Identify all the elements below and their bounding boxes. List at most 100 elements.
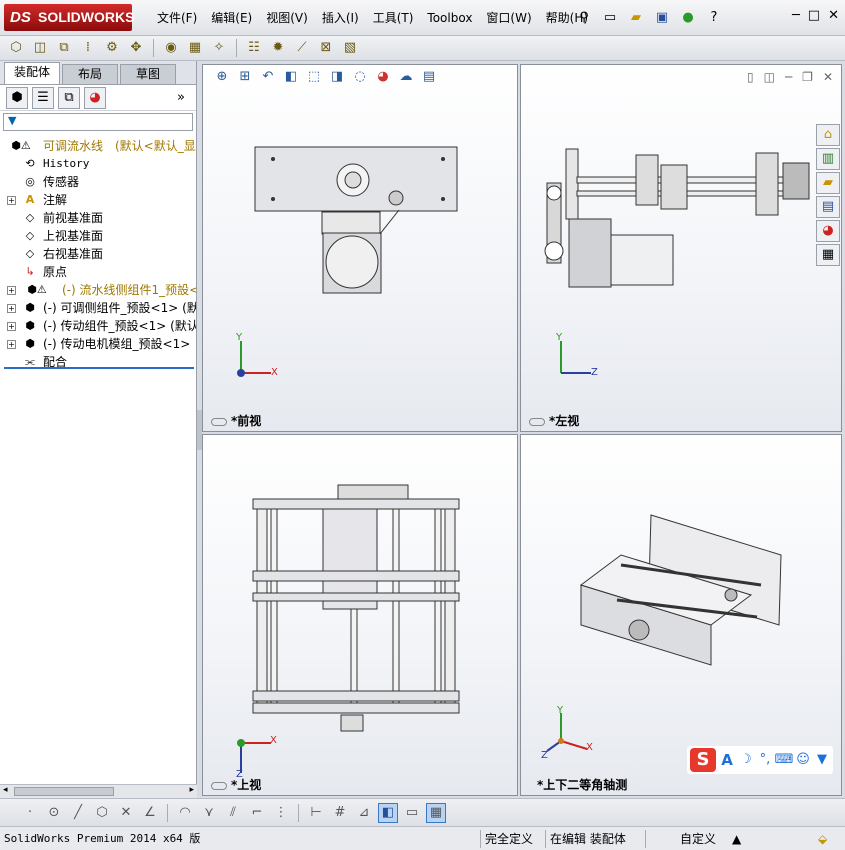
rebuild-tag-icon[interactable]: ⬙ <box>818 830 827 848</box>
file-explorer-icon[interactable]: ▰ <box>816 172 840 194</box>
custom-properties-icon[interactable]: ▦ <box>816 244 840 266</box>
expand-panel-icon[interactable]: » <box>170 87 192 109</box>
trim-icon[interactable]: ✕ <box>116 803 136 823</box>
scroll-left-icon[interactable]: ◂ <box>3 785 8 795</box>
exploded-view-icon[interactable]: ✹ <box>268 38 288 58</box>
solidworks-logo[interactable]: DS SOLIDWORKS <box>4 4 134 31</box>
move-component-icon[interactable]: ✥ <box>126 38 146 58</box>
home-icon[interactable]: ⌂ <box>816 124 840 146</box>
mirror-icon[interactable]: ⋎ <box>199 803 219 823</box>
tree-item-origin[interactable]: ↳ 原点 <box>0 263 196 281</box>
insert-component-icon[interactable]: ⬡ <box>6 38 26 58</box>
pattern-icon[interactable]: ⁞ <box>78 38 98 58</box>
view-link-icon[interactable] <box>211 781 227 790</box>
point-icon[interactable]: · <box>20 803 40 823</box>
rebuild-traffic-light-icon[interactable]: ● <box>678 8 698 28</box>
menu-file[interactable]: 文件(F) <box>150 0 204 36</box>
panel-horizontal-scrollbar[interactable]: ◂ ▸ <box>0 784 197 798</box>
open-folder-icon[interactable]: ▰ <box>626 8 646 28</box>
tree-filter[interactable]: ▼ <box>3 113 193 131</box>
tree-item-motor-module[interactable]: + ⬢ (-) 传动电机模组_预設<1> <box>0 335 196 353</box>
construction-icon[interactable]: ⋮ <box>271 803 291 823</box>
scrollbar-thumb[interactable] <box>14 787 114 796</box>
menu-insert[interactable]: 插入(I) <box>315 0 366 36</box>
assembly-features-icon[interactable]: ▦ <box>185 38 205 58</box>
tab-sketch[interactable]: 草图 <box>120 64 176 84</box>
smart-fasteners-icon[interactable]: ⚙ <box>102 38 122 58</box>
view-link-icon[interactable] <box>529 417 545 426</box>
tshirt-icon[interactable]: ▼ <box>814 750 830 770</box>
close-icon[interactable]: ✕ <box>828 8 839 23</box>
menu-tools[interactable]: 工具(T) <box>366 0 421 36</box>
menu-toolbox[interactable]: Toolbox <box>420 0 479 36</box>
viewport-front[interactable]: ⊕ ⊞ ↶ ◧ ⬚ ◨ ◌ ◕ ☁ ▤ Y X *前视 <box>202 64 518 432</box>
polygon-icon[interactable]: ⬡ <box>92 803 112 823</box>
menu-edit[interactable]: 编辑(E) <box>204 0 259 36</box>
tree-rollback-bar[interactable] <box>4 367 194 369</box>
tab-assembly[interactable]: 装配体 <box>4 62 60 84</box>
tree-item-annotations[interactable]: + A 注解 <box>0 191 196 209</box>
configuration-manager-icon[interactable]: ⧉ <box>58 86 80 109</box>
explode-line-icon[interactable]: ⟋ <box>292 38 312 58</box>
four-viewport-icon[interactable]: ▦ <box>426 802 446 823</box>
menu-window[interactable]: 窗口(W) <box>479 0 538 36</box>
minimize-icon[interactable]: ─ <box>792 8 800 23</box>
expand-icon[interactable]: + <box>7 340 16 349</box>
tree-item-right-plane[interactable]: ◇ 右视基准面 <box>0 245 196 263</box>
tree-item-front-plane[interactable]: ◇ 前视基准面 <box>0 209 196 227</box>
tree-item-top-plane[interactable]: ◇ 上视基准面 <box>0 227 196 245</box>
view-link-icon[interactable] <box>211 417 227 426</box>
tree-item-sensors[interactable]: ◎ 传感器 <box>0 173 196 191</box>
tree-item-line-side-assembly[interactable]: + ⬢⚠ (-) 流水线侧组件1_预設<1> <box>0 281 196 299</box>
mate-icon[interactable]: ⧉ <box>54 38 74 58</box>
viewport-top[interactable]: X Z *上视 <box>202 434 518 796</box>
design-library-icon[interactable]: ▥ <box>816 148 840 170</box>
view-palette-icon[interactable]: ▤ <box>816 196 840 218</box>
expand-icon[interactable]: + <box>7 286 16 295</box>
menu-view[interactable]: 视图(V) <box>259 0 315 36</box>
display-manager-icon[interactable]: ◕ <box>84 86 106 109</box>
maximize-icon[interactable]: □ <box>808 8 820 23</box>
instant3d-icon[interactable]: ▧ <box>340 38 360 58</box>
keyboard-icon[interactable]: ⌨ <box>775 750 794 770</box>
tree-item-adjust-side-assembly[interactable]: + ⬢ (-) 可调侧组件_预設<1> (默认< <box>0 299 196 317</box>
scroll-right-icon[interactable]: ▸ <box>189 785 194 795</box>
offset-icon[interactable]: ◠ <box>175 803 195 823</box>
circle-icon[interactable]: ⊙ <box>44 803 64 823</box>
interference-icon[interactable]: ⊠ <box>316 38 336 58</box>
corner-icon[interactable]: ⌐ <box>247 803 267 823</box>
new-document-icon[interactable]: ▭ <box>600 8 620 28</box>
user-icon[interactable]: ☺ <box>795 750 811 770</box>
show-hidden-icon[interactable]: ◉ <box>161 38 181 58</box>
expand-icon[interactable]: + <box>7 196 16 205</box>
close-viewport-icon[interactable]: ✕ <box>823 70 833 84</box>
help-icon[interactable]: ? <box>704 8 724 28</box>
moon-icon[interactable]: ☽ <box>738 750 754 770</box>
expand-icon[interactable]: + <box>7 304 16 313</box>
status-units[interactable]: 自定义 <box>680 830 716 848</box>
tree-item-drive-assembly[interactable]: + ⬢ (-) 传动组件_预設<1> (默认<默 <box>0 317 196 335</box>
save-icon[interactable]: ▣ <box>652 8 672 28</box>
angle-icon[interactable]: ∠ <box>140 803 160 823</box>
tree-item-root[interactable]: ⬢⚠ 可调流水线 (默认<默认_显示状态-1>) <box>0 137 196 155</box>
new-part-icon[interactable]: ◫ <box>30 38 50 58</box>
bill-of-materials-icon[interactable]: ☷ <box>244 38 264 58</box>
viewport-isometric[interactable]: Y Z X *上下二等角轴测 <box>520 434 842 796</box>
feature-manager-icon[interactable]: ⬢ <box>6 86 28 109</box>
input-mode-indicator[interactable]: A <box>719 750 735 770</box>
reference-geometry-icon[interactable]: ✧ <box>209 38 229 58</box>
punctuation-icon[interactable]: °, <box>757 750 773 770</box>
appearances-icon[interactable]: ◕ <box>816 220 840 242</box>
expand-icon[interactable]: + <box>7 322 16 331</box>
sogou-logo[interactable]: S <box>690 748 716 772</box>
viewport-left[interactable]: ▯ ◫ ─ ❐ ✕ Y Z *左视 <box>520 64 842 432</box>
relation-icon[interactable]: ⊿ <box>354 803 374 823</box>
pin-icon[interactable]: ⚲ <box>574 8 594 28</box>
tree-item-history[interactable]: ⟲ History <box>0 155 196 173</box>
units-menu-icon[interactable]: ▲ <box>732 830 741 848</box>
hatch-icon[interactable]: ⫽ <box>223 803 243 823</box>
line-icon[interactable]: ╱ <box>68 803 88 823</box>
property-manager-icon[interactable]: ☰ <box>32 86 54 109</box>
grid-icon[interactable]: # <box>330 803 350 823</box>
shaded-view-icon[interactable]: ◧ <box>378 802 398 823</box>
